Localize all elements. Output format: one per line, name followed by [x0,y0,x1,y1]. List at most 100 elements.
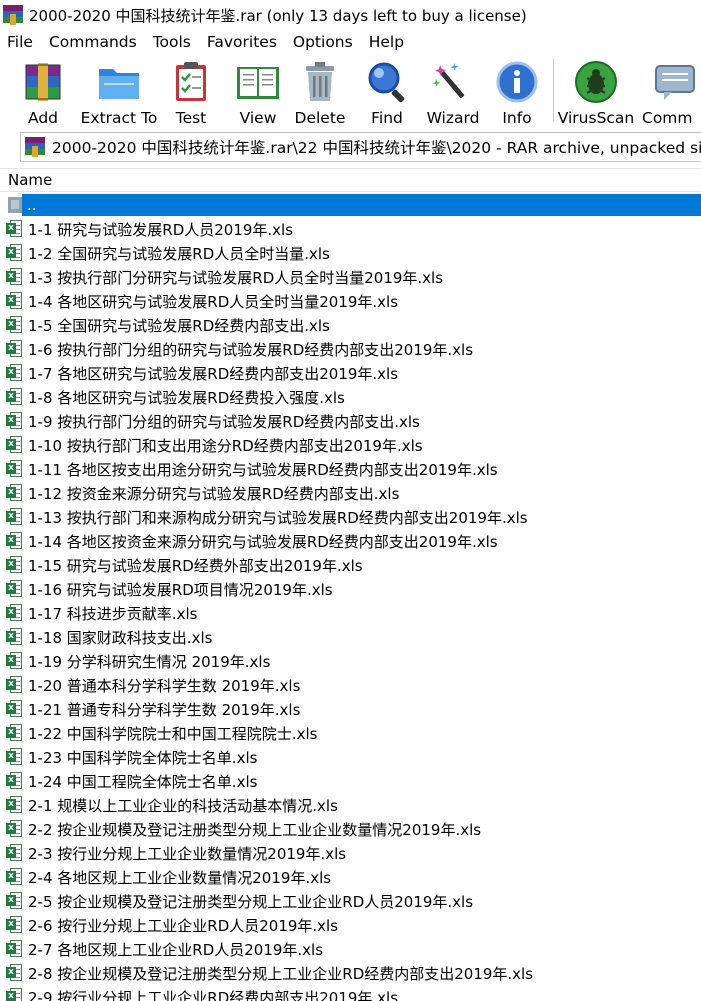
list-item[interactable]: x 2-4 各地区规上工业企业数量情况2019年.xls [0,865,701,889]
list-item[interactable]: x 1-3 按执行部门分研究与试验发展RD人员全时当量2019年.xls [0,265,701,289]
list-item-label: 1-22 中国科学院院士和中国工程院院士.xls [28,724,318,743]
list-item[interactable]: x 2-1 规模以上工业企业的科技活动基本情况.xls [0,793,701,817]
list-item-label: .. [22,194,701,216]
list-item[interactable]: x 2-6 按行业分规上工业企业RD人员2019年.xls [0,913,701,937]
list-item-label: 2-5 按企业规模及登记注册类型分规上工业企业RD人员2019年.xls [28,892,474,911]
test-button[interactable]: Test [171,54,211,130]
list-item[interactable]: x 1-6 按执行部门分组的研究与试验发展RD经费内部支出2019年.xls [0,337,701,361]
list-item[interactable]: x 1-9 按执行部门分组的研究与试验发展RD经费内部支出.xls [0,409,701,433]
menu-options[interactable]: Options [285,30,361,54]
excel-file-icon: x [6,820,23,838]
list-item[interactable]: x 1-21 普通专科分学科学生数 2019年.xls [0,697,701,721]
menu-help[interactable]: Help [361,30,412,54]
list-item-label: 2-6 按行业分规上工业企业RD人员2019年.xls [28,916,339,935]
list-item[interactable]: x 1-19 分学科研究生情况 2019年.xls [0,649,701,673]
info-icon [496,61,538,103]
list-item[interactable]: x 1-5 全国研究与试验发展RD经费内部支出.xls [0,313,701,337]
list-item[interactable]: x 1-24 中国工程院全体院士名单.xls [0,769,701,793]
info-button[interactable]: Info [495,54,539,130]
list-item[interactable]: x 2-5 按企业规模及登记注册类型分规上工业企业RD人员2019年.xls [0,889,701,913]
list-item[interactable]: x 1-23 中国科学院全体院士名单.xls [0,745,701,769]
menu-file[interactable]: File [0,30,41,54]
add-button[interactable]: Add [21,54,65,130]
list-item-label: 2-9 按行业分规上工业企业RD经费内部支出2019年.xls [28,988,399,1001]
list-item[interactable]: x 1-1 研究与试验发展RD人员2019年.xls [0,217,701,241]
list-item-label: 1-10 按执行部门和支出用途分RD经费内部支出2019年.xls [28,436,423,455]
list-item[interactable]: x 1-18 国家财政科技支出.xls [0,625,701,649]
list-item[interactable]: x 2-9 按行业分规上工业企业RD经费内部支出2019年.xls [0,985,701,1001]
excel-file-icon: x [6,724,23,742]
list-item[interactable]: x 1-16 研究与试验发展RD项目情况2019年.xls [0,577,701,601]
excel-file-icon: x [6,220,23,238]
virusscan-button[interactable]: VirusScan [558,54,634,130]
excel-file-icon: x [6,316,23,334]
list-item-label: 2-4 各地区规上工业企业数量情况2019年.xls [28,868,332,887]
list-item[interactable]: x 1-22 中国科学院院士和中国工程院院士.xls [0,721,701,745]
menu-tools[interactable]: Tools [145,30,199,54]
add-books-icon [25,63,61,101]
excel-file-icon: x [6,940,23,958]
file-list: .. x 1-1 研究与试验发展RD人员2019年.xls x 1-2 全国研究与试验… [0,193,701,1001]
excel-file-icon: x [6,388,23,406]
list-item[interactable]: x 1-8 各地区研究与试验发展RD经费投入强度.xls [0,385,701,409]
list-item-label: 1-23 中国科学院全体院士名单.xls [28,748,258,767]
excel-file-icon: x [6,676,23,694]
excel-file-icon: x [6,868,23,886]
excel-file-icon: x [6,244,23,262]
list-item[interactable]: x 1-10 按执行部门和支出用途分RD经费内部支出2019年.xls [0,433,701,457]
excel-file-icon: x [6,436,23,454]
view-button[interactable]: View [231,54,285,130]
list-item[interactable]: x 1-7 各地区研究与试验发展RD经费内部支出2019年.xls [0,361,701,385]
delete-button[interactable]: Delete [295,54,345,130]
list-item[interactable]: x 2-8 按企业规模及登记注册类型分规上工业企业RD经费内部支出2019年.xl… [0,961,701,985]
list-item-label: 1-20 普通本科分学科学生数 2019年.xls [28,676,301,695]
list-item[interactable]: x 2-7 各地区规上工业企业RD人员2019年.xls [0,937,701,961]
list-item-parent-folder[interactable]: .. [0,193,701,217]
list-item-label: 2-1 规模以上工业企业的科技活动基本情况.xls [28,796,338,815]
column-header-name[interactable]: Name [0,168,701,192]
excel-file-icon: x [6,748,23,766]
excel-file-icon: x [6,796,23,814]
excel-file-icon: x [6,628,23,646]
find-button[interactable]: Find [365,54,409,130]
list-item-label: 1-17 科技进步贡献率.xls [28,604,198,623]
list-item-label: 1-8 各地区研究与试验发展RD经费投入强度.xls [28,388,345,407]
list-item[interactable]: x 1-15 研究与试验发展RD经费外部支出2019年.xls [0,553,701,577]
excel-file-icon: x [6,268,23,286]
list-item[interactable]: x 1-13 按执行部门和来源构成分研究与试验发展RD经费内部支出2019年.xl… [0,505,701,529]
bug-icon [575,61,617,103]
list-item[interactable]: x 1-2 全国研究与试验发展RD人员全时当量.xls [0,241,701,265]
excel-file-icon: x [6,484,23,502]
list-item[interactable]: x 2-2 按企业规模及登记注册类型分规上工业企业数量情况2019年.xls [0,817,701,841]
list-item[interactable]: x 1-14 各地区按资金来源分研究与试验发展RD经费内部支出2019年.xls [0,529,701,553]
list-item-label: 1-16 研究与试验发展RD项目情况2019年.xls [28,580,333,599]
title-bar: 2000-2020 中国科技统计年鉴.rar (only 13 days lef… [0,0,701,30]
address-bar[interactable]: 2000-2020 中国科技统计年鉴.rar\22 中国科技统计年鉴\2020 … [20,132,701,162]
menu-commands[interactable]: Commands [41,30,145,54]
excel-file-icon: x [6,964,23,982]
list-item-label: 1-6 按执行部门分组的研究与试验发展RD经费内部支出2019年.xls [28,340,474,359]
clipboard-check-icon [176,62,206,101]
winrar-icon [3,5,23,25]
excel-file-icon: x [6,532,23,550]
extract-to-button[interactable]: Extract To [81,54,157,130]
list-item[interactable]: x 1-12 按资金来源分研究与试验发展RD经费内部支出.xls [0,481,701,505]
excel-file-icon: x [6,652,23,670]
list-item[interactable]: x 1-20 普通本科分学科学生数 2019年.xls [0,673,701,697]
menu-favorites[interactable]: Favorites [199,30,285,54]
comment-button[interactable]: Comm [642,54,695,130]
list-item[interactable]: x 1-11 各地区按支出用途分研究与试验发展RD经费内部支出2019年.xls [0,457,701,481]
list-item-label: 1-15 研究与试验发展RD经费外部支出2019年.xls [28,556,363,575]
list-item-label: 2-2 按企业规模及登记注册类型分规上工业企业数量情况2019年.xls [28,820,482,839]
list-item[interactable]: x 2-3 按行业分规上工业企业数量情况2019年.xls [0,841,701,865]
wizard-button[interactable]: Wizard [425,54,481,130]
list-item[interactable]: x 1-17 科技进步贡献率.xls [0,601,701,625]
excel-file-icon: x [6,988,23,1001]
list-item-label: 1-5 全国研究与试验发展RD经费内部支出.xls [28,316,330,335]
list-item-label: 1-12 按资金来源分研究与试验发展RD经费内部支出.xls [28,484,400,503]
excel-file-icon: x [6,844,23,862]
list-item-label: 1-2 全国研究与试验发展RD人员全时当量.xls [28,244,330,263]
list-item[interactable]: x 1-4 各地区研究与试验发展RD人员全时当量2019年.xls [0,289,701,313]
excel-file-icon: x [6,508,23,526]
archive-icon [25,137,45,157]
